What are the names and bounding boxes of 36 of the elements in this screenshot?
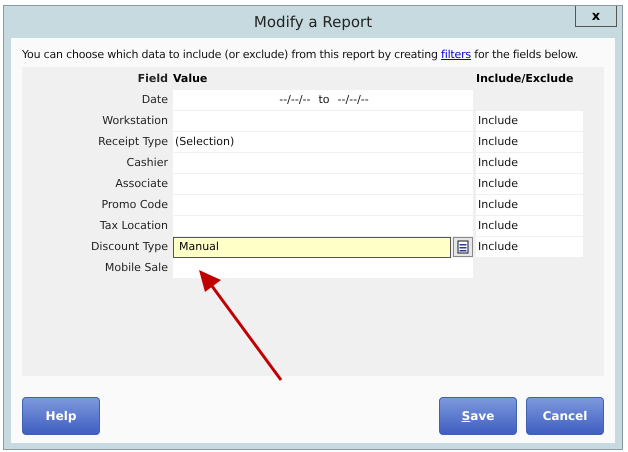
window-title: Modify a Report <box>254 13 372 31</box>
intro-text: You can choose which data to include (or exclude) from this report by creating filters for the fields below. <box>22 48 580 61</box>
include-cell[interactable]: Include <box>476 237 583 257</box>
field-label: Discount Type <box>90 239 169 255</box>
picker-button[interactable] <box>453 237 473 257</box>
include-cell[interactable]: Include <box>476 132 583 152</box>
date-separator: to <box>318 92 330 108</box>
include-cell[interactable]: Include <box>476 111 583 131</box>
help-button[interactable]: Help <box>22 397 100 435</box>
field-label: Workstation <box>101 113 169 129</box>
field-label: Cashier <box>126 155 169 171</box>
date-from: --/--/-- <box>279 92 310 108</box>
value-field[interactable]: Manual <box>173 237 451 258</box>
field-label: Associate <box>114 176 169 192</box>
field-label: Receipt Type <box>97 134 169 150</box>
field-label: Promo Code <box>100 197 169 213</box>
value-cell[interactable]: (Selection) <box>173 132 473 152</box>
field-label: Date <box>140 92 169 108</box>
value-cell[interactable] <box>173 258 473 278</box>
include-cell[interactable]: Include <box>476 216 583 236</box>
column-header: Value <box>173 71 208 87</box>
include-cell[interactable]: Include <box>476 174 583 194</box>
filters-link[interactable]: filters <box>441 48 471 61</box>
date-range-cell[interactable]: --/--/-- to --/--/-- <box>173 90 473 110</box>
date-to: --/--/-- <box>338 92 369 108</box>
include-cell[interactable]: Include <box>476 195 583 215</box>
value-cell[interactable] <box>173 216 473 236</box>
field-label: Mobile Sale <box>104 260 169 276</box>
column-header: Include/Exclude <box>476 71 574 87</box>
list-icon <box>456 240 470 254</box>
field-label: Tax Location <box>98 218 169 234</box>
dialog-button[interactable]: Cancel <box>526 397 604 435</box>
include-cell[interactable]: Include <box>476 153 583 173</box>
close-button[interactable]: x <box>575 6 617 27</box>
column-header: Field <box>136 71 169 87</box>
dialog-button[interactable]: Save <box>439 397 517 435</box>
